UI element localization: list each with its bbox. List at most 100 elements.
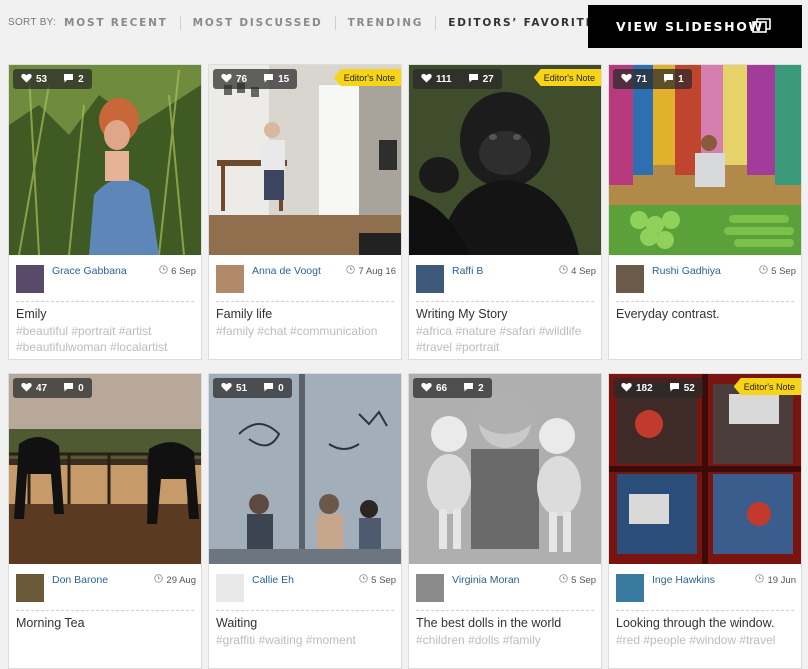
sort-tab-editors-favorites[interactable]: EDITORS’ FAVORITES xyxy=(448,17,604,29)
clock-icon xyxy=(159,265,168,277)
speech-bubble-icon xyxy=(63,73,74,86)
card-divider xyxy=(616,301,794,302)
heart-icon xyxy=(21,382,32,395)
clock-icon xyxy=(359,574,368,586)
author-link[interactable]: Grace Gabbana xyxy=(52,265,127,277)
card-divider xyxy=(216,301,394,302)
photo-thumbnail[interactable] xyxy=(9,374,201,564)
card-meta: Rushi Gadhiya 5 Sep xyxy=(616,265,796,293)
speech-bubble-icon xyxy=(663,73,674,86)
author-link[interactable]: Callie Eh xyxy=(252,574,294,586)
photo-tags[interactable]: #africa #nature #safari #wildlife #trave… xyxy=(416,323,598,355)
engagement-counts: 47 0 xyxy=(13,378,92,398)
editors-note-badge: Editor's Note xyxy=(533,69,601,86)
date-text: 5 Sep xyxy=(771,265,796,277)
photo-card[interactable]: 111 27 Editor's Note Raffi B 4 Sep Writing My… xyxy=(408,64,602,360)
photo-card[interactable]: 71 1 Rushi Gadhiya 5 Sep Everyday contrast. xyxy=(608,64,802,360)
author-link[interactable]: Virginia Moran xyxy=(452,574,520,586)
photo-thumbnail[interactable] xyxy=(609,65,801,255)
photo-title[interactable]: Writing My Story xyxy=(416,307,507,321)
photo-tags[interactable]: #beautiful #portrait #artist #beautifulw… xyxy=(16,323,198,355)
photo-tags[interactable]: #red #people #window #travel xyxy=(616,632,798,648)
like-count: 111 xyxy=(436,73,452,85)
engagement-counts: 182 52 xyxy=(613,378,703,398)
card-divider xyxy=(416,301,594,302)
photo-card[interactable]: 53 2 Grace Gabbana 6 Sep Emily #beautiful #po… xyxy=(8,64,202,360)
author-link[interactable]: Inge Hawkins xyxy=(652,574,715,586)
heart-icon xyxy=(621,382,632,395)
heart-icon xyxy=(221,73,232,86)
card-divider xyxy=(16,610,194,611)
photo-thumbnail[interactable] xyxy=(209,65,401,255)
photo-tags[interactable]: #children #dolls #family xyxy=(416,632,598,648)
speech-bubble-icon xyxy=(669,382,680,395)
avatar[interactable] xyxy=(416,265,444,293)
clock-icon xyxy=(559,265,568,277)
tab-divider xyxy=(435,16,437,30)
photo-tags[interactable]: #graffiti #waiting #moment xyxy=(216,632,398,648)
editors-note-badge: Editor's Note xyxy=(333,69,401,86)
view-slideshow-button[interactable]: VIEW SLIDESHOW xyxy=(588,5,802,48)
tab-divider xyxy=(179,16,181,30)
photo-thumbnail[interactable] xyxy=(609,374,801,564)
photo-card[interactable]: 182 52 Editor's Note Inge Hawkins 19 Jun Look… xyxy=(608,373,802,669)
heart-icon xyxy=(21,73,32,86)
author-link[interactable]: Don Barone xyxy=(52,574,108,586)
sort-tab-most-discussed[interactable]: MOST DISCUSSED xyxy=(193,17,323,29)
author-link[interactable]: Raffi B xyxy=(452,265,483,277)
clock-icon xyxy=(559,574,568,586)
photo-card[interactable]: 51 0 Callie Eh 5 Sep Waiting #graffiti #waiti… xyxy=(208,373,402,669)
avatar[interactable] xyxy=(616,574,644,602)
photo-tags[interactable]: #family #chat #communication xyxy=(216,323,398,339)
heart-icon xyxy=(421,73,432,86)
like-count: 182 xyxy=(636,382,653,394)
photo-title[interactable]: Emily xyxy=(16,307,47,321)
card-meta: Callie Eh 5 Sep xyxy=(216,574,396,602)
photo-title[interactable]: The best dolls in the world xyxy=(416,616,561,630)
avatar[interactable] xyxy=(216,574,244,602)
avatar[interactable] xyxy=(16,574,44,602)
sort-toolbar: SORT BY: MOST RECENT MOST DISCUSSED TREN… xyxy=(0,0,808,52)
engagement-counts: 111 27 xyxy=(413,69,502,89)
author-link[interactable]: Rushi Gadhiya xyxy=(652,265,721,277)
card-meta: Raffi B 4 Sep xyxy=(416,265,596,293)
sort-tab-trending[interactable]: TRENDING xyxy=(348,17,424,29)
editors-note-badge: Editor's Note xyxy=(733,378,801,395)
photo-title[interactable]: Morning Tea xyxy=(16,616,85,630)
card-meta: Virginia Moran 5 Sep xyxy=(416,574,596,602)
author-link[interactable]: Anna de Voogt xyxy=(252,265,321,277)
like-count: 47 xyxy=(36,382,48,394)
photo-title[interactable]: Waiting xyxy=(216,616,257,630)
like-count: 71 xyxy=(636,73,648,85)
photo-card[interactable]: 66 2 Virginia Moran 5 Sep The best dolls in … xyxy=(408,373,602,669)
date-text: 19 Jun xyxy=(767,574,796,586)
photo-thumbnail[interactable] xyxy=(209,374,401,564)
like-count: 66 xyxy=(436,382,448,394)
post-date: 19 Jun xyxy=(755,574,796,586)
card-meta: Inge Hawkins 19 Jun xyxy=(616,574,796,602)
photo-thumbnail[interactable] xyxy=(9,65,201,255)
photo-card[interactable]: 47 0 Don Barone 29 Aug Morning Tea xyxy=(8,373,202,669)
speech-bubble-icon xyxy=(263,382,274,395)
photo-title[interactable]: Looking through the window. xyxy=(616,616,774,630)
photo-thumbnail[interactable] xyxy=(409,65,601,255)
comment-count: 52 xyxy=(683,382,695,394)
sort-tab-most-recent[interactable]: MOST RECENT xyxy=(64,17,168,29)
photo-title[interactable]: Everyday contrast. xyxy=(616,307,720,321)
like-count: 51 xyxy=(236,382,248,394)
comment-count: 2 xyxy=(478,382,484,394)
avatar[interactable] xyxy=(16,265,44,293)
photo-card[interactable]: 76 15 Editor's Note Anna de Voogt 7 Aug 16 Fa… xyxy=(208,64,402,360)
photo-title[interactable]: Family life xyxy=(216,307,272,321)
date-text: 6 Sep xyxy=(171,265,196,277)
post-date: 5 Sep xyxy=(759,265,796,277)
avatar[interactable] xyxy=(216,265,244,293)
card-divider xyxy=(616,610,794,611)
speech-bubble-icon xyxy=(468,73,479,86)
clock-icon xyxy=(755,574,765,586)
post-date: 7 Aug 16 xyxy=(346,265,396,277)
card-meta: Don Barone 29 Aug xyxy=(16,574,196,602)
photo-thumbnail[interactable] xyxy=(409,374,601,564)
avatar[interactable] xyxy=(616,265,644,293)
avatar[interactable] xyxy=(416,574,444,602)
